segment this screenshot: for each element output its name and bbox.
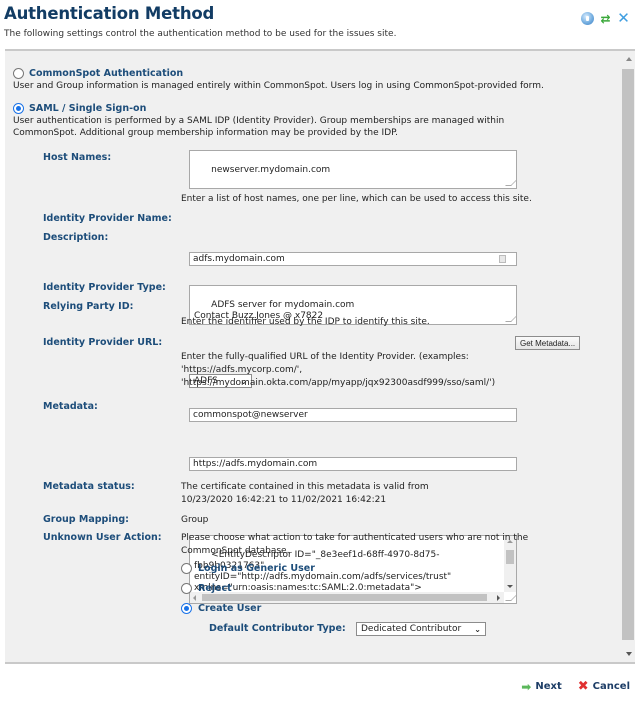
panel-scrollbar[interactable]	[621, 51, 635, 662]
default-contributor-type-value: Dedicated Contributor	[361, 624, 462, 634]
metadata-vertical-scrollbar[interactable]	[504, 536, 516, 592]
scroll-left-icon[interactable]	[193, 595, 196, 601]
create-user-radio[interactable]	[181, 603, 192, 614]
idp-url-help-line2: 'https://adfs.mycorp.com/',	[181, 365, 303, 375]
scroll-thumb[interactable]	[622, 69, 634, 640]
get-metadata-button[interactable]: Get Metadata...	[515, 336, 581, 350]
chevron-down-icon: ⌄	[474, 625, 481, 634]
idp-name-input[interactable]: adfs.mydomain.com	[189, 252, 517, 266]
auth-option-commonspot: CommonSpot Authentication User and Group…	[13, 68, 544, 92]
next-label: Next	[535, 681, 562, 692]
saml-auth-description-line1: User authentication is performed by a SA…	[13, 116, 505, 126]
settings-content: CommonSpot Authentication User and Group…	[5, 51, 617, 636]
idp-name-label: Identity Provider Name:	[43, 213, 172, 224]
description-label: Description:	[43, 232, 109, 243]
relying-party-id-value: commonspot@newserver	[193, 410, 308, 420]
host-names-textarea[interactable]: newserver.mydomain.com	[189, 150, 517, 189]
idp-type-label: Identity Provider Type:	[43, 282, 166, 293]
help-icon[interactable]	[581, 12, 594, 25]
next-button[interactable]: ➡ Next	[521, 680, 561, 694]
saml-auth-radio[interactable]	[13, 103, 24, 114]
cancel-button[interactable]: ✖ Cancel	[578, 679, 630, 694]
unknown-user-action-label: Unknown User Action:	[43, 532, 162, 543]
scroll-thumb[interactable]	[202, 594, 487, 601]
close-icon[interactable]: ✕	[617, 11, 630, 26]
header-icons: ⇄ ✕	[581, 11, 630, 26]
metadata-status-line1: The certificate contained in this metada…	[181, 482, 429, 492]
default-contributor-type-label: Default Contributor Type:	[209, 623, 346, 634]
option-reject: Reject	[181, 583, 232, 594]
cancel-icon: ✖	[577, 679, 589, 694]
commonspot-auth-radio[interactable]	[13, 68, 24, 79]
idp-name-value: adfs.mydomain.com	[193, 254, 285, 264]
page-subtitle: The following settings control the authe…	[4, 29, 397, 39]
metadata-status-line2: 10/23/2020 16:42:21 to 11/02/2021 16:42:…	[181, 495, 387, 505]
group-mapping-value: Group	[181, 515, 209, 525]
idp-url-label: Identity Provider URL:	[43, 337, 163, 348]
dialog-header: Authentication Method The following sett…	[4, 4, 640, 48]
default-contributor-type-select[interactable]: Dedicated Contributor ⌄	[356, 622, 486, 636]
field-info-icon[interactable]	[499, 255, 506, 263]
refresh-icon[interactable]: ⇄	[599, 12, 612, 25]
host-names-help: Enter a list of host names, one per line…	[181, 194, 532, 204]
metadata-horizontal-scrollbar[interactable]	[190, 592, 504, 603]
commonspot-auth-label[interactable]: CommonSpot Authentication	[29, 68, 183, 79]
dialog-footer: ➡ Next ✖ Cancel	[521, 679, 630, 694]
host-names-label: Host Names:	[43, 152, 112, 163]
auth-option-saml: SAML / Single Sign-on User authenticatio…	[13, 103, 504, 139]
saml-auth-label[interactable]: SAML / Single Sign-on	[29, 103, 146, 114]
scroll-up-icon[interactable]	[626, 57, 632, 61]
idp-url-value: https://adfs.mydomain.com	[193, 459, 318, 469]
resize-grip[interactable]	[505, 316, 516, 322]
option-login-generic: Login as Generic User	[181, 563, 315, 574]
group-mapping-label: Group Mapping:	[43, 514, 129, 525]
metadata-label: Metadata:	[43, 401, 98, 412]
relying-party-id-label: Relying Party ID:	[43, 301, 134, 312]
resize-grip[interactable]	[505, 595, 516, 601]
idp-url-help-line1: Enter the fully-qualified URL of the Ide…	[181, 352, 469, 362]
unknown-user-action-help-line2: CommonSpot database.	[181, 546, 290, 556]
scroll-thumb[interactable]	[506, 550, 514, 564]
reject-label[interactable]: Reject	[198, 583, 232, 594]
scroll-down-icon[interactable]	[626, 652, 632, 656]
relying-party-id-help: Enter the identifier used by the IDP to …	[181, 317, 430, 327]
cancel-label: Cancel	[592, 681, 630, 692]
arrow-right-icon: ➡	[521, 679, 532, 694]
scroll-right-icon[interactable]	[497, 595, 500, 601]
commonspot-auth-description: User and Group information is managed en…	[13, 81, 544, 91]
resize-grip[interactable]	[505, 180, 516, 186]
host-names-value: newserver.mydomain.com	[211, 165, 331, 175]
login-generic-radio[interactable]	[181, 563, 192, 574]
metadata-status-label: Metadata status:	[43, 481, 135, 492]
unknown-user-action-help-line1: Please choose what action to take for au…	[181, 533, 529, 543]
relying-party-id-input[interactable]: commonspot@newserver	[189, 408, 517, 422]
idp-url-help-line3: 'https://mydomain.okta.com/app/myapp/jqx…	[181, 378, 496, 388]
create-user-label[interactable]: Create User	[198, 603, 261, 614]
login-generic-label[interactable]: Login as Generic User	[198, 563, 315, 574]
reject-radio[interactable]	[181, 583, 192, 594]
page-title: Authentication Method	[4, 4, 215, 23]
settings-panel: CommonSpot Authentication User and Group…	[5, 49, 635, 664]
saml-auth-description-line2: CommonSpot. Additional group membership …	[13, 128, 399, 138]
idp-url-input[interactable]: https://adfs.mydomain.com	[189, 457, 517, 471]
option-create-user: Create User	[181, 603, 261, 614]
scroll-down-icon[interactable]	[507, 585, 513, 588]
